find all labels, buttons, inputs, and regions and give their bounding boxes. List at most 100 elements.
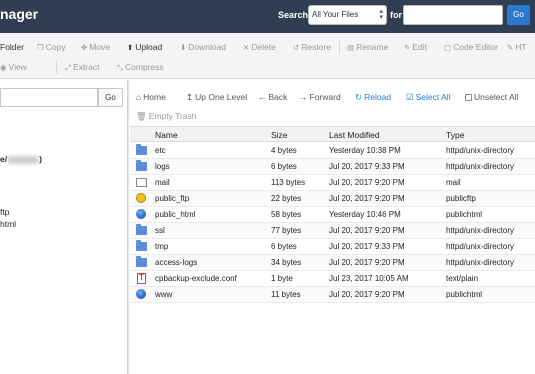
edit-button[interactable]: ✎ Edit (404, 42, 427, 52)
search-input[interactable] (403, 5, 503, 25)
directory-tree-pane: Go e/) ftp html (0, 80, 128, 374)
file-name: ssl (155, 226, 165, 235)
file-last-modified: Jul 20, 2017 9:20 PM (329, 178, 405, 187)
file-size: 34 bytes (271, 258, 302, 267)
up-one-level-button[interactable]: ↥ Up One Level (186, 92, 247, 103)
download-button[interactable]: ⬇ Download (180, 42, 226, 52)
file-type: httpd/unix-directory (446, 226, 515, 235)
delete-icon: ✕ (243, 43, 250, 52)
mail-icon (136, 178, 147, 187)
text-file-icon (137, 273, 146, 284)
restore-icon: ↺ (293, 43, 300, 52)
column-header-type[interactable]: Type (446, 130, 464, 140)
reload-button[interactable]: ↻ Reload (355, 92, 391, 103)
file-last-modified: Jul 20, 2017 9:33 PM (329, 162, 405, 171)
arrow-right-icon: → (299, 92, 308, 102)
file-type: httpd/unix-directory (446, 242, 515, 251)
file-last-modified: Jul 20, 2017 9:20 PM (329, 194, 405, 203)
extract-button[interactable]: ⤢ Extract (65, 62, 99, 73)
file-size: 22 bytes (271, 194, 302, 203)
file-last-modified: Jul 20, 2017 9:20 PM (329, 290, 405, 299)
eye-icon: ◉ (0, 63, 7, 72)
column-header-name[interactable]: Name (155, 130, 178, 140)
back-button[interactable]: ← Back (258, 92, 287, 102)
file-size: 4 bytes (271, 146, 297, 155)
copy-button[interactable]: ❐ Copy (37, 42, 66, 52)
file-last-modified: Yesterday 10:38 PM (329, 146, 401, 155)
table-row[interactable]: cpbackup-exclude.conf 1 byte Jul 23, 2017 … (130, 271, 535, 287)
file-type: publichtml (446, 290, 483, 299)
upload-button[interactable]: ⬆ Upload (127, 42, 162, 52)
delete-button[interactable]: ✕ Delete (243, 42, 276, 52)
view-button[interactable]: ◉ View (0, 62, 27, 72)
file-name: mail (155, 178, 170, 187)
ftp-icon (136, 193, 146, 203)
redacted-username (7, 155, 40, 164)
toolbar-divider (56, 61, 57, 74)
new-folder-button[interactable]: Folder (0, 42, 24, 52)
folder-icon (136, 240, 147, 251)
reload-icon: ↻ (355, 92, 363, 102)
search-scope-select[interactable]: All Your Files ▴ ▾ (308, 5, 387, 25)
tree-home-item[interactable]: e/) (0, 154, 42, 164)
file-last-modified: Jul 23, 2017 10:05 AM (329, 274, 409, 283)
table-row[interactable]: access-logs 34 bytes Jul 20, 2017 9:20 PM h… (130, 255, 535, 271)
table-row[interactable]: logs 6 bytes Jul 20, 2017 9:33 PM httpd/uni… (130, 159, 535, 175)
table-row[interactable]: ssl 77 bytes Jul 20, 2017 9:20 PM httpd/uni… (130, 223, 535, 239)
folder-icon (136, 144, 147, 155)
file-size: 77 bytes (271, 226, 302, 235)
top-bar: nager Search All Your Files ▴ ▾ for Go (0, 0, 535, 33)
empty-trash-button[interactable]: 🗑 Empty Trash (136, 111, 197, 122)
select-all-button[interactable]: ☑ Select All (406, 92, 451, 103)
file-type: httpd/unix-directory (446, 162, 515, 171)
globe-icon (136, 209, 146, 219)
file-last-modified: Jul 20, 2017 9:33 PM (329, 242, 405, 251)
table-row[interactable]: etc 4 bytes Yesterday 10:38 PM httpd/unix-d… (130, 143, 535, 159)
html-editor-button[interactable]: ✎ HT (507, 42, 527, 52)
table-row[interactable]: public_ftp 22 bytes Jul 20, 2017 9:20 PM pu… (130, 191, 535, 207)
tree-item-public-html[interactable]: html (0, 219, 16, 229)
tree-item-public-ftp[interactable]: ftp (0, 207, 9, 217)
code-editor-button[interactable]: ▢ Code Editor (444, 42, 498, 52)
toolbar: Folder ❐ Copy ✥ Move ⬆ Upload ⬇ Download ✕ De… (0, 33, 535, 79)
forward-button[interactable]: → Forward (299, 92, 341, 102)
file-type: publicftp (446, 194, 476, 203)
search-scope-value: All Your Files (312, 10, 359, 19)
expand-icon: ⤢ (65, 63, 71, 72)
file-size: 6 bytes (271, 242, 297, 251)
restore-button[interactable]: ↺ Restore (293, 42, 331, 52)
file-name: etc (155, 146, 166, 155)
path-input[interactable] (0, 88, 98, 107)
home-button[interactable]: ⌂ Home (136, 92, 166, 102)
file-name: www (155, 290, 173, 299)
search-go-button[interactable]: Go (507, 5, 530, 25)
upload-icon: ⬆ (127, 43, 134, 52)
column-header-last-modified[interactable]: Last Modified (329, 130, 380, 140)
select-caret-icon: ▴ ▾ (379, 8, 383, 21)
rename-button[interactable]: ▤ Rename (347, 42, 388, 52)
compress-button[interactable]: ⤡ Compress (117, 62, 164, 73)
move-button[interactable]: ✥ Move (81, 42, 110, 52)
file-size: 1 byte (271, 274, 293, 283)
copy-icon: ❐ (37, 43, 44, 52)
app-title: nager (0, 6, 39, 22)
file-size: 11 bytes (271, 290, 301, 299)
table-row[interactable]: mail 113 bytes Jul 20, 2017 9:20 PM mail (130, 175, 535, 191)
table-row[interactable]: tmp 6 bytes Jul 20, 2017 9:33 PM httpd/unix… (130, 239, 535, 255)
table-row[interactable]: public_html 58 bytes Yesterday 10:46 PM pub… (130, 207, 535, 223)
rename-icon: ▤ (347, 43, 355, 52)
compress-icon: ⤡ (117, 63, 123, 72)
file-name: logs (155, 162, 170, 171)
folder-icon (136, 256, 147, 267)
unselect-all-button[interactable]: Unselect All (465, 92, 518, 102)
table-row[interactable]: www 11 bytes Jul 20, 2017 9:20 PM publichtm… (130, 287, 535, 303)
search-label: Search (278, 10, 309, 20)
folder-icon (136, 224, 147, 235)
toolbar-divider (339, 41, 340, 54)
pencil-icon: ✎ (404, 43, 411, 52)
path-go-button[interactable]: Go (98, 88, 123, 107)
column-header-size[interactable]: Size (271, 130, 288, 140)
file-type: publichtml (446, 210, 483, 219)
code-icon: ▢ (444, 43, 452, 52)
file-type: httpd/unix-directory (446, 258, 515, 267)
